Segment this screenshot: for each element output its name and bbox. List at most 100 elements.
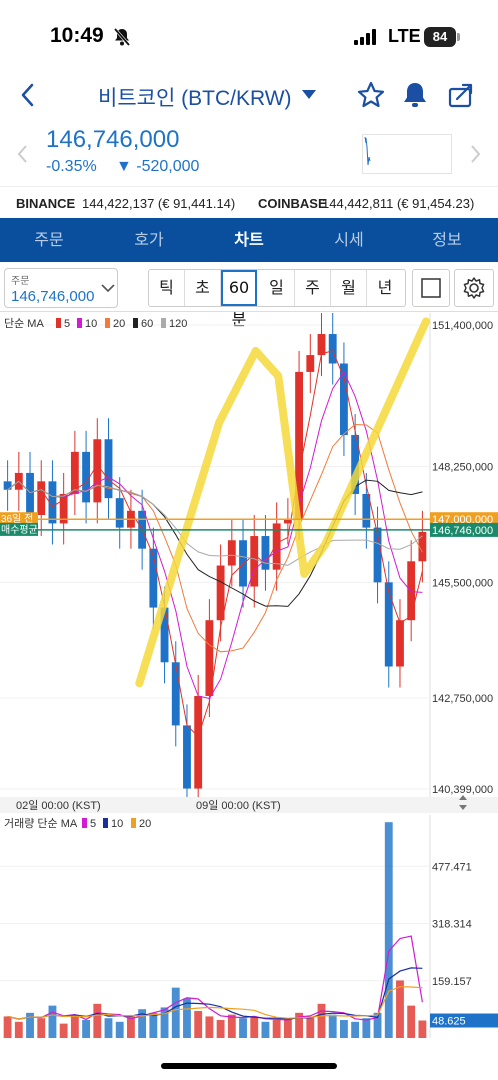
moving-average-line xyxy=(7,350,423,738)
moving-average-line xyxy=(7,370,423,700)
candle xyxy=(396,620,404,667)
volume-bar xyxy=(104,1018,113,1038)
legend-label: 5 xyxy=(90,818,96,830)
price-summary: 146,746,000 -0.35% ▼ -520,000 xyxy=(0,120,498,186)
candle xyxy=(250,536,259,587)
share-icon[interactable] xyxy=(446,80,476,110)
tab-market-price[interactable]: 시세 xyxy=(314,218,384,262)
legend-swatch xyxy=(103,818,108,828)
chevron-down-icon xyxy=(101,284,115,293)
volume-bar xyxy=(306,1016,315,1038)
y-tick-label: 140,399,000 xyxy=(432,784,493,796)
drawing-tool-button[interactable] xyxy=(412,269,450,307)
candle xyxy=(82,451,91,503)
y-tick-label: 151,400,000 xyxy=(432,320,493,332)
period-year[interactable]: 년 xyxy=(367,270,403,306)
moving-average-line xyxy=(7,479,423,607)
order-price-select[interactable]: 주문 146,746,000 xyxy=(4,268,118,308)
volume-bar xyxy=(149,1012,158,1038)
bell-icon[interactable] xyxy=(400,80,430,110)
legend-swatch xyxy=(77,318,82,328)
volume-bar xyxy=(37,1018,46,1038)
coin-title[interactable]: 비트코인 (BTC/KRW) xyxy=(98,82,292,112)
battery-nub xyxy=(457,33,460,41)
volume-bar xyxy=(261,1021,270,1038)
prev-coin-icon[interactable] xyxy=(16,144,30,164)
legend-label: 20 xyxy=(113,318,125,330)
cell-signal-icon xyxy=(354,29,376,45)
volume-bar xyxy=(14,1021,23,1038)
price-line-value: 146,746,000 xyxy=(432,525,493,537)
square-icon xyxy=(421,278,441,298)
legend-swatch xyxy=(131,818,136,828)
back-icon[interactable] xyxy=(14,80,44,110)
volume-bar xyxy=(384,822,393,1038)
volume-bar xyxy=(82,1020,91,1038)
volume-bar xyxy=(317,1003,326,1038)
network-label: LTE xyxy=(388,26,421,46)
volume-tick-label: 159.157 xyxy=(432,976,472,988)
volume-bar xyxy=(48,1005,57,1038)
candle xyxy=(339,363,348,436)
highlighter-stroke xyxy=(135,317,430,688)
candle xyxy=(3,481,12,490)
next-coin-icon[interactable] xyxy=(468,144,482,164)
legend-swatch xyxy=(133,318,138,328)
exchange-prices: BINANCE 144,422,137 (€ 91,441.14) COINBA… xyxy=(0,186,498,218)
candle xyxy=(93,439,102,503)
exchange-price: 144,442,811 (€ 91,454.23) xyxy=(322,196,475,211)
y-tick-label: 145,500,000 xyxy=(432,577,493,589)
volume-bar xyxy=(250,1016,259,1038)
candle xyxy=(194,695,203,789)
volume-bar xyxy=(328,1014,337,1038)
volume-ma-line xyxy=(7,986,423,1020)
y-tick-label: 142,750,000 xyxy=(432,693,493,705)
volume-tick-label: 477.471 xyxy=(432,861,472,873)
main-tabs: 주문 호가 차트 시세 정보 xyxy=(0,218,498,262)
exchange-name: BINANCE xyxy=(16,196,76,211)
legend-swatch xyxy=(56,318,61,328)
tab-order[interactable]: 주문 xyxy=(14,218,84,262)
nav-bar: 비트코인 (BTC/KRW) xyxy=(0,72,498,120)
current-price: 146,746,000 xyxy=(46,126,180,153)
change-amount: ▼ -520,000 xyxy=(116,158,200,175)
volume-bar xyxy=(283,1018,292,1038)
tab-orderbook[interactable]: 호가 xyxy=(114,218,184,262)
legend-swatch xyxy=(82,818,87,828)
caret-down-icon[interactable] xyxy=(302,90,316,99)
volume-bar xyxy=(126,1016,135,1038)
volume-bar xyxy=(407,1005,416,1038)
status-bar: 10:49 LTE 84 xyxy=(0,0,498,72)
star-icon[interactable] xyxy=(356,80,386,110)
price-chart[interactable]: 151,400,000 148,250,000 145,500,000 142,750… xyxy=(0,313,498,1058)
legend-label: 60 xyxy=(141,318,153,330)
period-month[interactable]: 월 xyxy=(331,270,367,306)
y-tick-label: 148,250,000 xyxy=(432,462,493,474)
volume-bar xyxy=(396,980,404,1038)
legend-label: 20 xyxy=(139,818,151,830)
candle xyxy=(306,355,315,372)
tab-info[interactable]: 정보 xyxy=(412,218,482,262)
period-tick[interactable]: 틱 xyxy=(149,270,185,306)
period-60min[interactable]: 60분 xyxy=(221,270,257,329)
volume-bar xyxy=(205,1016,214,1038)
candle xyxy=(104,439,113,499)
chart-settings-button[interactable] xyxy=(454,269,494,307)
battery-icon: 84 xyxy=(424,27,456,47)
candle xyxy=(407,561,416,621)
period-week[interactable]: 주 xyxy=(295,270,331,306)
period-day[interactable]: 일 xyxy=(259,270,295,306)
mini-chart-line xyxy=(364,136,371,166)
chart-toolbar: 주문 146,746,000 틱 초 60분 일 주 월 년 xyxy=(0,262,498,329)
volume-bar xyxy=(272,1020,281,1038)
legend-swatch xyxy=(161,318,166,328)
candle xyxy=(317,334,326,356)
chart-canvas[interactable]: 151,400,000 148,250,000 145,500,000 142,750… xyxy=(0,313,498,1058)
volume-bar xyxy=(194,1011,203,1038)
period-second[interactable]: 초 xyxy=(185,270,221,306)
candle xyxy=(227,540,236,566)
candle xyxy=(328,334,337,364)
volume-bar xyxy=(239,1018,247,1038)
gear-icon xyxy=(463,277,485,299)
tab-chart[interactable]: 차트 xyxy=(214,218,284,262)
